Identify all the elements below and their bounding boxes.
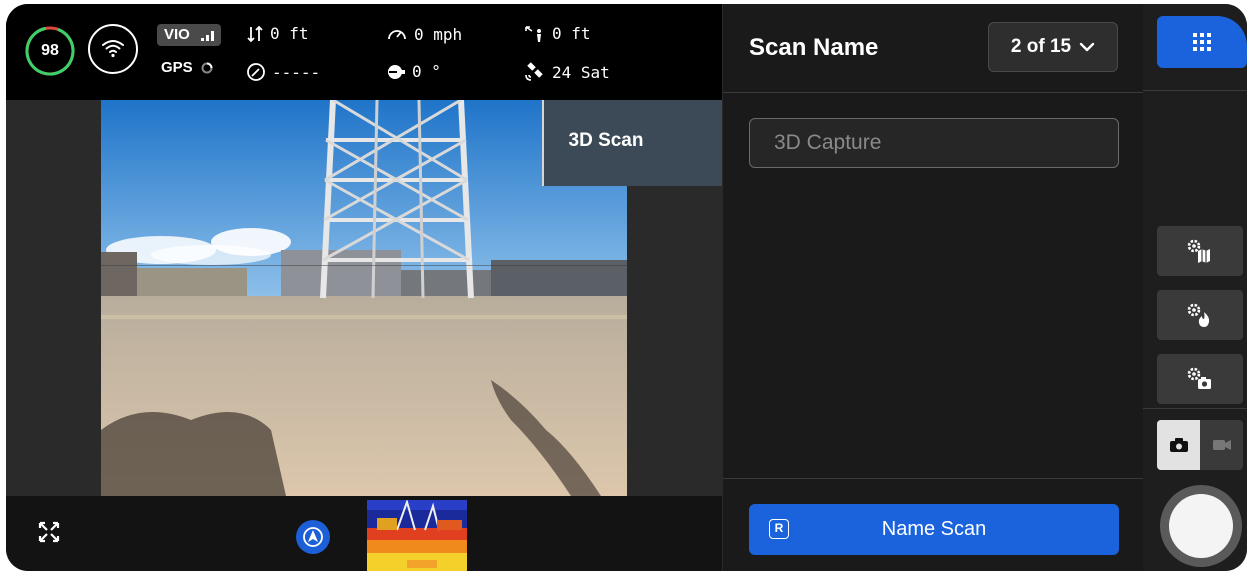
altitude-person-icon [525, 25, 541, 42]
speedometer-icon [388, 30, 406, 40]
satellite-icon [525, 62, 543, 81]
heading-value: ----- [272, 62, 321, 82]
camera-icon [1169, 438, 1188, 452]
capture-mode-toggle[interactable] [1157, 420, 1243, 470]
controller-screen: 98 VIO GPS 0 ft ----- 0 mph 0 ° 0 ft 24 … [6, 4, 1247, 571]
apps-button[interactable] [1157, 16, 1247, 68]
altitude: 0 ft [524, 24, 591, 43]
ground-speed: 0 mph [386, 24, 462, 44]
gps-status-icon [201, 62, 213, 74]
name-scan-button[interactable]: R Name Scan [749, 504, 1119, 555]
speed-value: 0 mph [414, 24, 463, 44]
name-scan-label: Name Scan [881, 518, 987, 540]
vertical-speed: 0 ft [246, 24, 309, 43]
battery-indicator[interactable]: 98 [24, 25, 76, 77]
compass-icon [247, 63, 265, 81]
scan-panel: Scan Name 2 of 15 R Name Scan [722, 4, 1143, 571]
altitude-value: 0 ft [552, 24, 591, 43]
navigation-button[interactable] [296, 520, 330, 554]
shutter-button-inner [1169, 494, 1233, 558]
battery-level: 98 [41, 42, 59, 59]
gimbal-angle-value: 0 ° [412, 62, 441, 81]
camera-gear-icon [1187, 367, 1211, 389]
map-gear-icon [1187, 239, 1210, 263]
video-mode-button[interactable] [1200, 420, 1243, 470]
connection-status[interactable] [88, 24, 138, 74]
expand-icon[interactable] [38, 521, 60, 543]
up-down-arrows-icon [247, 25, 263, 42]
vio-label: VIO [164, 26, 190, 43]
thermal-preview-image [367, 500, 467, 571]
gimbal-icon [388, 64, 405, 79]
telemetry-bar: 98 VIO GPS 0 ft ----- 0 mph 0 ° 0 ft 24 … [6, 4, 722, 100]
navigation-arrow-icon [303, 527, 323, 547]
thermal-preview[interactable] [367, 500, 467, 571]
satellite-count: 24 Sat [524, 62, 610, 82]
signal-bars-icon [201, 31, 214, 41]
flight-mode-banner: 3D Scan [542, 100, 722, 186]
screen-frame: 98 VIO GPS 0 ft ----- 0 mph 0 ° 0 ft 24 … [0, 0, 1253, 575]
panel-title: Scan Name [749, 34, 879, 61]
fire-gear-icon [1187, 303, 1210, 327]
scan-name-input[interactable] [749, 118, 1119, 168]
fire-settings-button[interactable] [1157, 290, 1243, 340]
chevron-down-icon [1079, 42, 1095, 52]
feed-letterbox-left [6, 100, 101, 496]
satellite-count-value: 24 Sat [552, 62, 610, 82]
grid-apps-icon [1193, 33, 1211, 51]
panel-footer-divider [723, 478, 1143, 479]
wifi-icon [102, 40, 124, 58]
photo-mode-button[interactable] [1157, 420, 1200, 470]
gimbal-angle: 0 ° [386, 62, 441, 81]
flight-mode-label: 3D Scan [568, 130, 644, 151]
scan-counter-label: 2 of 15 [1010, 36, 1072, 57]
video-icon [1212, 440, 1231, 450]
bottom-bar [6, 496, 722, 571]
vertical-speed-value: 0 ft [270, 24, 309, 43]
panel-divider [723, 92, 1143, 93]
heading: ----- [246, 62, 320, 82]
toolbar-divider [1143, 408, 1247, 409]
shutter-button[interactable] [1160, 485, 1242, 567]
scan-counter-dropdown[interactable]: 2 of 15 [988, 22, 1118, 72]
camera-view[interactable]: 3D Scan [6, 100, 722, 496]
map-settings-button[interactable] [1157, 226, 1243, 276]
gps-label: GPS [161, 59, 193, 76]
toolbar-divider [1143, 90, 1247, 91]
camera-settings-button[interactable] [1157, 354, 1243, 404]
right-toolbar [1143, 4, 1247, 571]
vio-status: VIO [157, 24, 221, 46]
